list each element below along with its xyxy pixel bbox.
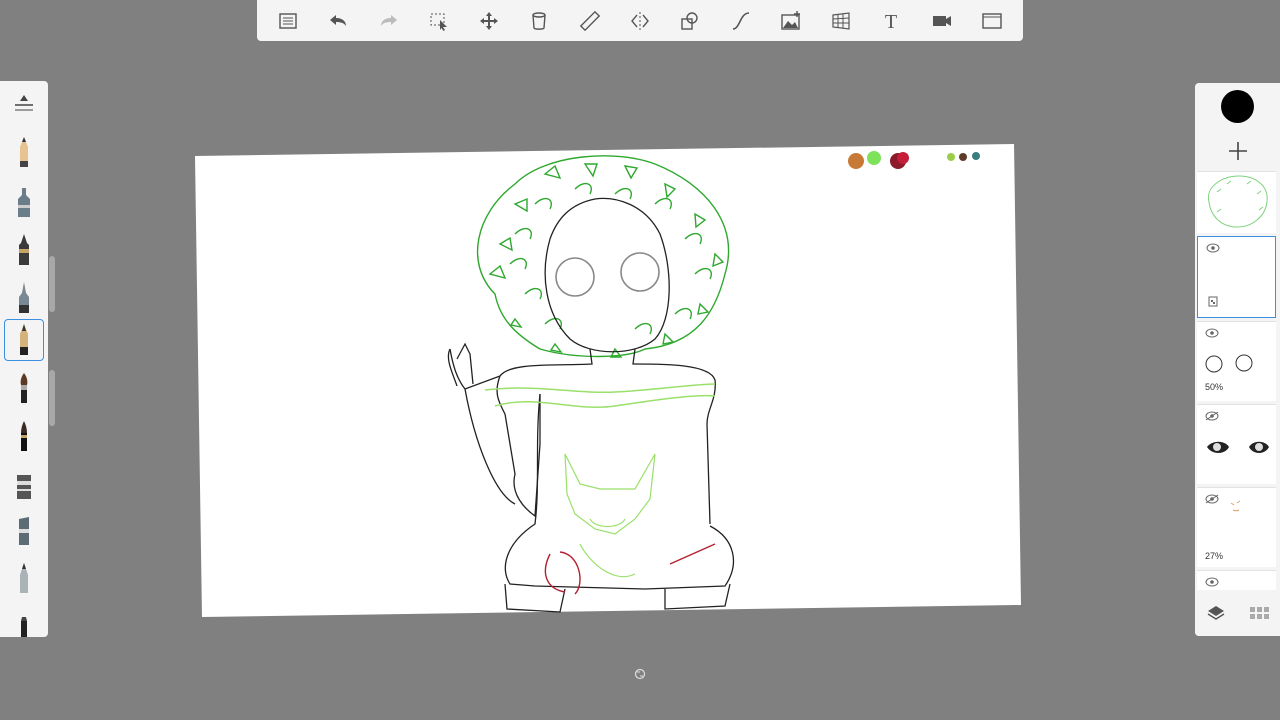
timelapse-button[interactable] [923,3,961,39]
symmetry-button[interactable] [621,3,659,39]
redo-arrow-icon [380,14,397,26]
brush-paintbrush[interactable] [4,367,44,409]
frame-icon [982,12,1002,29]
chisel-marker-icon [19,517,29,545]
text-button[interactable]: T [872,3,910,39]
settings-slider-icon [15,95,33,111]
eye-visible-icon[interactable] [1206,243,1220,253]
brush-ink-pen[interactable] [4,229,44,271]
ruler-button[interactable] [571,3,609,39]
curve-icon [732,11,749,30]
brush-pen-icon [21,421,27,451]
undo-arrow-icon [330,14,347,26]
move-arrows-icon [480,11,499,30]
brush-technical-pen[interactable] [4,277,44,319]
airbrush-icon [20,563,28,593]
canvas-paper [195,144,1021,617]
undo-button[interactable] [319,3,357,39]
ink-pen-icon [19,234,29,265]
layer-eyes[interactable] [1197,404,1276,484]
fill-button[interactable] [520,3,558,39]
select-button[interactable] [420,3,458,39]
brush-airbrush[interactable] [4,557,44,599]
layer-hair[interactable] [1197,171,1276,233]
stroke-button[interactable] [722,3,760,39]
import-image-button[interactable] [772,3,810,39]
flat-marker-icon [17,475,31,499]
shapes-icon [681,11,698,30]
selection-icon [430,13,447,31]
perspective-grid-icon [832,11,850,30]
panel-bottom-bar [1195,590,1280,636]
perspective-button[interactable] [822,3,860,39]
layer-eye-circles[interactable]: 50% [1197,321,1276,401]
layer-opacity: 27% [1205,551,1224,561]
bucket-icon [532,11,547,30]
technical-pen-icon [19,282,29,313]
main-toolbar: T [257,0,1023,41]
add-layer-icon[interactable] [1226,139,1250,163]
symmetry-icon [631,11,649,30]
layers-stack-icon[interactable] [1206,603,1226,623]
redo-button[interactable] [370,3,408,39]
eye-visible-icon[interactable] [1205,577,1219,587]
brush-pen[interactable] [4,415,44,457]
brush-marker[interactable] [4,181,44,223]
current-color-swatch[interactable] [1221,90,1254,123]
canvas-rotate-icon[interactable] [634,668,646,680]
paintbrush-icon [20,373,28,403]
layer-selected[interactable] [1197,236,1276,318]
image-icon [781,10,800,30]
fullscreen-button[interactable] [973,3,1011,39]
brush-settings-button[interactable] [4,83,44,125]
layers-panel: 50% 27% [1195,83,1280,636]
video-camera-icon [932,15,951,26]
layer-opacity: 50% [1205,382,1224,392]
list-icon [279,12,297,29]
brush-felt-tip[interactable] [4,601,44,643]
brush-fountain-pen[interactable] [4,319,44,361]
alpha-lock-icon[interactable] [1207,295,1219,307]
svg-text:T: T [885,11,897,32]
layer-face[interactable]: 27% [1197,487,1276,567]
transform-button[interactable] [470,3,508,39]
felt-tip-icon [21,617,27,637]
fountain-pen-icon [20,324,28,355]
drawing-canvas[interactable] [195,144,1021,617]
marker-icon [18,188,30,217]
menu-button[interactable] [269,3,307,39]
brush-flat-marker[interactable] [4,463,44,505]
layer-thumbnail [1207,441,1269,453]
palette-scroll-grip-2[interactable] [49,370,55,426]
brush-chisel-marker[interactable] [4,509,44,551]
palette-scroll-grip[interactable] [49,256,55,312]
shapes-button[interactable] [671,3,709,39]
brush-pencil[interactable] [4,131,44,173]
grid-menu-icon[interactable] [1249,603,1269,623]
text-icon: T [885,11,897,32]
brush-palette [0,81,48,637]
pencil-icon [20,137,28,167]
layer-thumbnail [1207,175,1268,228]
ruler-icon [579,10,600,31]
